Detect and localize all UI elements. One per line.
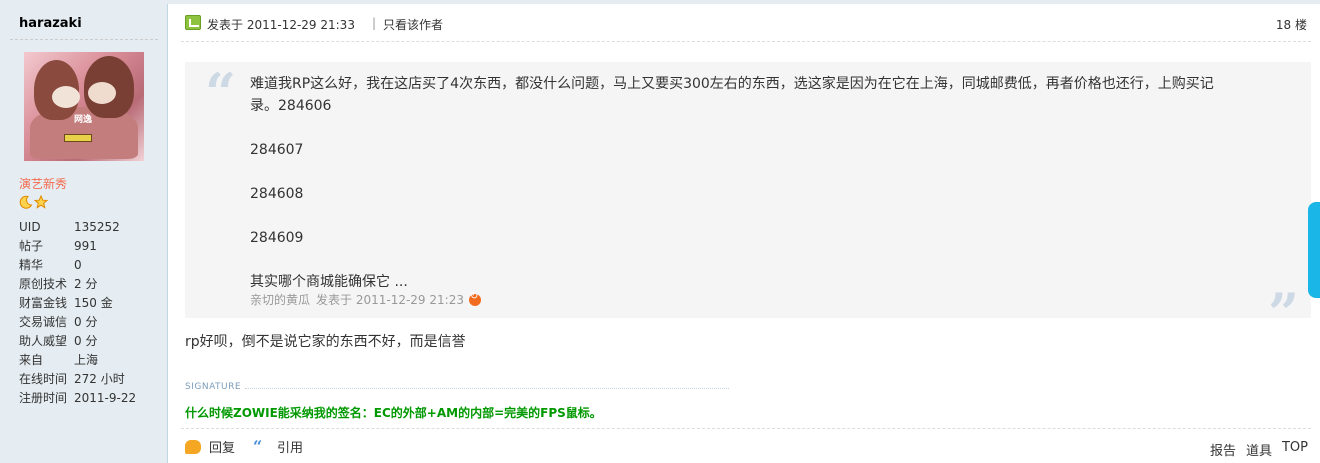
rank-icons bbox=[19, 195, 48, 209]
stat-label: 财富金钱 bbox=[19, 296, 68, 310]
jump-to-post-icon[interactable] bbox=[468, 291, 481, 306]
moon-icon bbox=[19, 195, 33, 209]
post-actions: 回复 “ 引用 bbox=[185, 437, 321, 456]
stat-label: 帖子 bbox=[19, 239, 44, 253]
quote-gap bbox=[250, 161, 1240, 183]
avatar-belt bbox=[64, 134, 92, 142]
reply-label: 回复 bbox=[209, 441, 236, 456]
stat-value: 上海 bbox=[74, 353, 99, 367]
quote-time: 发表于 2011-12-29 21:23 bbox=[316, 293, 464, 307]
author-username[interactable]: harazaki bbox=[19, 16, 82, 31]
signature-text: 什么时候ZOWIE能采纳我的签名：EC的外部+AM的内部=完美的FPS鼠标。 bbox=[185, 406, 602, 420]
reply-button[interactable]: 回复 bbox=[185, 437, 235, 456]
quote-icon: “ bbox=[253, 436, 263, 456]
stat-value[interactable]: 0 bbox=[74, 256, 82, 275]
stat-value: 0 分 bbox=[74, 334, 98, 348]
floor-number[interactable]: 18 楼 bbox=[1276, 16, 1307, 33]
stat-label: 助人威望 bbox=[19, 334, 68, 348]
footer-divider bbox=[181, 428, 1311, 429]
quote-block: “ 难道我RP这么好，我在这店买了4次东西，都没什么问题，马上又要买300左右的… bbox=[185, 61, 1311, 340]
quote-line: 284607 bbox=[250, 142, 304, 158]
stat-value[interactable]: 135252 bbox=[74, 218, 120, 237]
stat-label: UID bbox=[19, 220, 41, 234]
quote-close-icon: ” bbox=[1267, 281, 1299, 345]
stat-row-online-time: 在线时间 272 小时 bbox=[19, 370, 136, 389]
stat-label: 在线时间 bbox=[19, 372, 68, 386]
quote-gap bbox=[250, 249, 1240, 271]
header-separator: | bbox=[372, 16, 377, 30]
stat-row-uid: UID 135252 bbox=[19, 218, 136, 237]
avatar[interactable]: 网逸 bbox=[24, 52, 144, 161]
star-icon bbox=[34, 195, 48, 209]
header-divider bbox=[181, 41, 1311, 42]
sidebar-divider bbox=[10, 39, 158, 40]
stat-row-prestige: 助人威望 0 分 bbox=[19, 332, 136, 351]
quote-line: 录。284606 bbox=[250, 98, 332, 114]
avatar-badge: 网逸 bbox=[74, 115, 93, 125]
side-feedback-tab[interactable] bbox=[1308, 202, 1320, 298]
quote-label: 引用 bbox=[277, 441, 304, 456]
quote-line: 难道我RP这么好，我在这店买了4次东西，都没什么问题，马上又要买300左右的东西… bbox=[250, 76, 1214, 92]
stat-row-trade-credit: 交易诚信 0 分 bbox=[19, 313, 136, 332]
post-body: rp好呗，倒不是说它家的东西不好，而是信誉 bbox=[185, 334, 466, 350]
post-time: 发表于 2011-12-29 21:33 bbox=[207, 18, 355, 32]
report-link[interactable]: 报告 bbox=[1210, 440, 1236, 459]
reply-icon bbox=[185, 439, 201, 454]
stat-label: 交易诚信 bbox=[19, 315, 68, 329]
avatar-face-left bbox=[52, 86, 80, 108]
stat-value: 150 金 bbox=[74, 296, 113, 310]
quote-open-icon: “ bbox=[205, 61, 237, 125]
stat-row-original-tech: 原创技术 2 分 bbox=[19, 275, 136, 294]
stat-row-money: 财富金钱 150 金 bbox=[19, 294, 136, 313]
quote-meta: 亲切的黄瓜 发表于 2011-12-29 21:23 bbox=[250, 291, 481, 308]
signature-label: SIGNATURE bbox=[185, 382, 242, 392]
stat-label: 原创技术 bbox=[19, 277, 68, 291]
user-stats: UID 135252 帖子 991 精华 0 原创技术 2 分 财富金钱 150… bbox=[19, 218, 136, 408]
quote-gap bbox=[250, 117, 1240, 139]
stat-label: 来自 bbox=[19, 353, 44, 367]
quote-gap bbox=[250, 205, 1240, 227]
stat-value[interactable]: 991 bbox=[74, 237, 97, 256]
stat-value: 2 分 bbox=[74, 277, 98, 291]
quote-line: 284609 bbox=[250, 230, 304, 246]
post-status-icon bbox=[185, 15, 201, 30]
quote-line: 284608 bbox=[250, 186, 304, 202]
stat-row-digest: 精华 0 bbox=[19, 256, 136, 275]
stat-value: 0 分 bbox=[74, 315, 98, 329]
author-sidebar: harazaki 网逸 演艺新秀 UID 135252 帖子 991 精华 0 … bbox=[0, 4, 168, 463]
tools-link[interactable]: 道具 bbox=[1246, 440, 1272, 459]
quote-text: 难道我RP这么好，我在这店买了4次东西，都没什么问题，马上又要买300左右的东西… bbox=[250, 73, 1240, 293]
stat-row-location: 来自 上海 bbox=[19, 351, 136, 370]
quote-line: 其实哪个商城能确保它 ... bbox=[250, 274, 408, 290]
quote-author: 亲切的黄瓜 bbox=[250, 293, 311, 307]
signature-divider bbox=[245, 388, 729, 389]
stat-label: 注册时间 bbox=[19, 391, 68, 405]
post-right-actions: 报告 道具 TOP bbox=[1210, 440, 1308, 459]
top-link[interactable]: TOP bbox=[1282, 440, 1308, 459]
stat-row-posts: 帖子 991 bbox=[19, 237, 136, 256]
user-rank[interactable]: 演艺新秀 bbox=[19, 175, 67, 192]
quote-button[interactable]: “ 引用 bbox=[253, 437, 303, 456]
post-main: 发表于 2011-12-29 21:33 | 只看该作者 18 楼 “ 难道我R… bbox=[169, 4, 1320, 463]
stat-row-register-date: 注册时间 2011-9-22 bbox=[19, 389, 136, 408]
stat-value: 272 小时 bbox=[74, 372, 125, 386]
avatar-face-right bbox=[88, 82, 116, 104]
stat-label: 精华 bbox=[19, 258, 44, 272]
author-only-link[interactable]: 只看该作者 bbox=[383, 16, 443, 33]
stat-value: 2011-9-22 bbox=[74, 391, 137, 405]
